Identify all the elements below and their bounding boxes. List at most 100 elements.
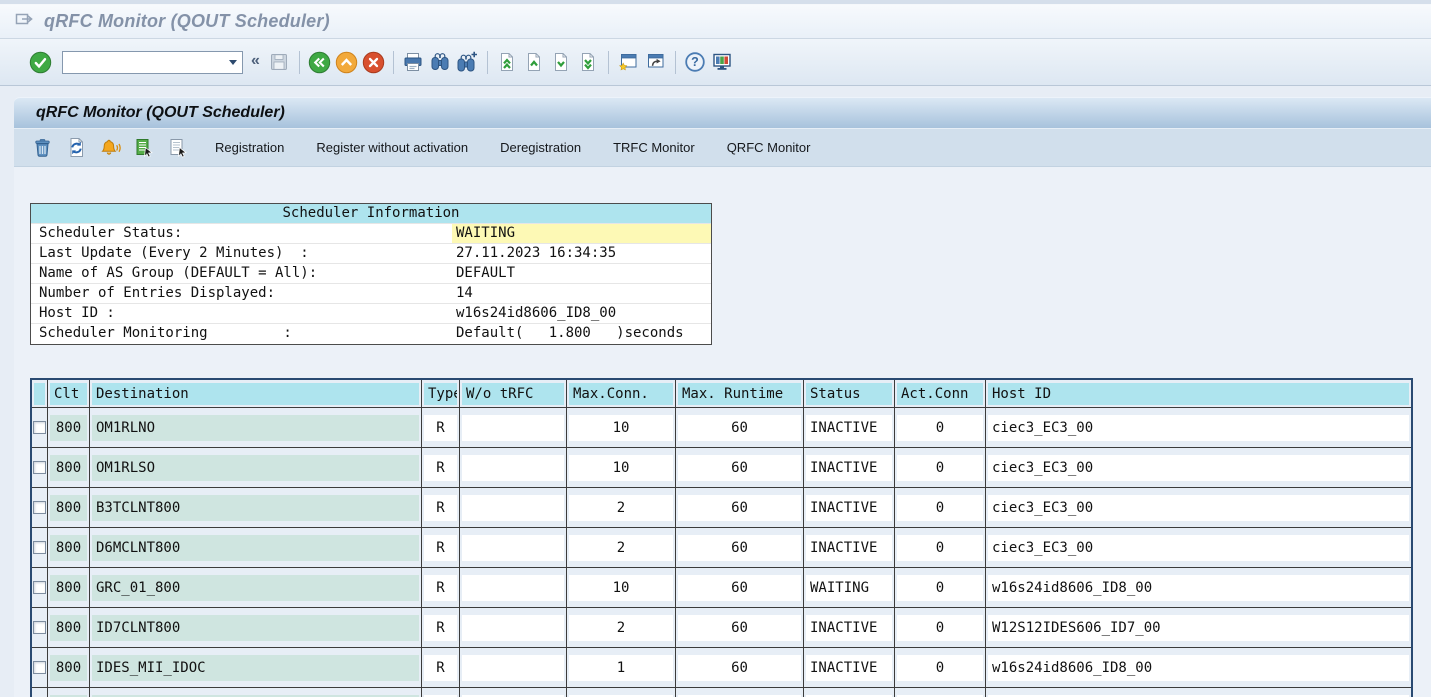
page-down-button[interactable] [548,49,575,76]
screen-titlebar: qRFC Monitor (QOUT Scheduler) [14,97,1431,128]
act-conn-cell: 0 [895,648,986,687]
type-cell: R [422,528,460,567]
act-conn-cell: 0 [895,488,986,527]
row-select-cell [32,448,48,487]
host-id-cell: ciec3_EC3_00 [986,528,1411,567]
act-conn-cell: 0 [895,608,986,647]
row-checkbox[interactable] [33,461,46,474]
max-conn-cell [567,688,676,697]
status-cell: INACTIVE [804,448,895,487]
last-page-icon [577,51,599,73]
row-checkbox[interactable] [33,421,46,434]
host-id-cell: ciec3_EC3_00 [986,408,1411,447]
last-page-button[interactable] [575,49,602,76]
find-button[interactable] [427,49,454,76]
header-act-conn: Act.Conn [895,380,986,407]
table-row: 800 D6MCLNT800 R 2 60 INACTIVE 0 ciec3_E… [32,528,1411,568]
print-button[interactable] [400,49,427,76]
destination-cell: ID7CLNT800 [90,608,422,647]
clt-cell: 800 [48,448,90,487]
select-all-button[interactable] [132,135,157,160]
page-up-button[interactable] [521,49,548,76]
host-id-cell: w16s24id8606_ID8_00 [986,568,1411,607]
trfc-monitor-button[interactable]: TRFC Monitor [605,136,703,159]
registration-button[interactable]: Registration [207,136,292,159]
status-cell: INACTIVE [804,528,895,567]
destination-cell: D6MCLNT800 [90,528,422,567]
cancel-icon [362,51,385,74]
customize-layout-button[interactable] [709,49,736,76]
max-runtime-cell: 60 [676,568,804,607]
max-conn-cell: 2 [567,608,676,647]
deregistration-button[interactable]: Deregistration [492,136,589,159]
qrfc-monitor-button[interactable]: QRFC Monitor [719,136,819,159]
max-runtime-cell: 60 [676,408,804,447]
act-conn-cell: 0 [895,528,986,567]
save-button[interactable] [266,49,293,76]
help-icon: ? [684,51,706,73]
last-update-value: 27.11.2023 16:34:35 [452,244,711,263]
header-max-runtime: Max. Runtime [676,380,804,407]
type-cell: R [422,648,460,687]
info-label: Scheduler Monitoring : [39,324,292,343]
host-id-cell: ciec3_EC3_00 [986,488,1411,527]
destination-cell: OM1RLNO [90,408,422,447]
row-checkbox[interactable] [33,581,46,594]
act-conn-cell: 0 [895,408,986,447]
back-button[interactable] [306,49,333,76]
wo-trfc-cell [460,528,567,567]
help-button[interactable]: ? [682,49,709,76]
deselect-all-button[interactable] [166,135,191,160]
rfc-table-body: 800 OM1RLNO R 10 60 INACTIVE 0 ciec3_EC3… [32,408,1411,697]
header-select-box [34,383,45,405]
register-without-activation-button[interactable]: Register without activation [308,136,476,159]
toolbar-separator [299,51,300,74]
type-cell: R [422,608,460,647]
create-shortcut-button[interactable] [642,49,669,76]
type-cell: R [422,568,460,607]
info-row-monitoring: Scheduler Monitoring : Default( 1.800 )s… [31,324,711,344]
wo-trfc-cell [460,648,567,687]
row-checkbox[interactable] [33,621,46,634]
collapse-toolbar-icon[interactable]: « [249,52,266,72]
svg-text:?: ? [692,55,700,69]
enter-button[interactable] [27,49,54,76]
activate-scheduler-button[interactable] [98,135,123,160]
type-cell: R [422,448,460,487]
row-checkbox[interactable] [33,501,46,514]
header-clt: Clt [48,380,90,407]
row-select-cell [32,608,48,647]
header-max-conn: Max.Conn. [567,380,676,407]
refresh-button[interactable] [64,135,89,160]
row-checkbox[interactable] [33,541,46,554]
status-cell: WAITING [804,568,895,607]
type-cell: R [422,488,460,527]
header-destination: Destination [90,380,422,407]
act-conn-cell: 0 [895,568,986,607]
delete-button[interactable] [30,135,55,160]
info-label: Number of Entries Displayed: [39,284,275,303]
first-page-button[interactable] [494,49,521,76]
info-label: Scheduler Status: [39,224,182,243]
screen-menu-icon[interactable] [13,8,35,35]
binoculars-icon [429,51,451,73]
command-input[interactable] [63,53,224,72]
find-next-button[interactable] [454,49,481,76]
max-conn-cell: 2 [567,528,676,567]
header-wo-trfc: W/o tRFC [460,380,567,407]
row-checkbox[interactable] [33,661,46,674]
max-conn-cell: 10 [567,448,676,487]
command-dropdown-icon[interactable] [224,52,242,73]
table-row: 800 IDES_MII_IDOC R 1 60 INACTIVE 0 w16s… [32,648,1411,688]
status-cell: INACTIVE [804,408,895,447]
as-group-value: DEFAULT [452,264,711,283]
cancel-button[interactable] [360,49,387,76]
info-row-entry-count: Number of Entries Displayed: 14 [31,284,711,304]
new-session-button[interactable] [615,49,642,76]
info-row-host-id: Host ID : w16s24id8606_ID8_00 [31,304,711,324]
toolbar-separator [487,51,488,74]
command-field[interactable] [62,51,243,74]
standard-toolbar: « [0,39,1431,86]
destination-cell: OM1RLSO [90,448,422,487]
exit-button[interactable] [333,49,360,76]
